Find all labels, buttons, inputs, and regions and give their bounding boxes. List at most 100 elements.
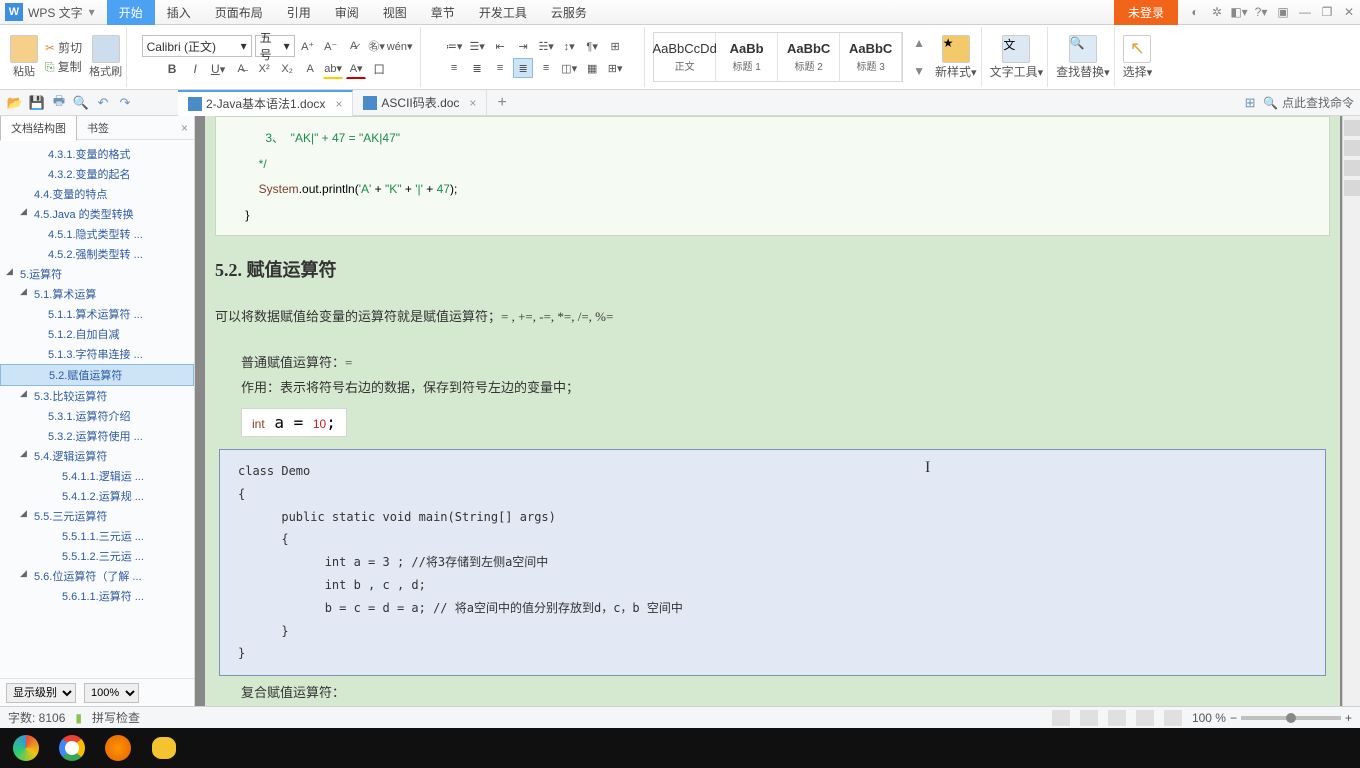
print-icon[interactable]: 🖶 [50,94,68,112]
strike-icon[interactable]: A̶ [231,59,251,79]
find-replace-button[interactable]: 🔍 查找替换▾ [1056,35,1110,80]
tab-icon[interactable]: ☵▾ [536,36,556,56]
paste-button[interactable]: 粘贴 [10,35,38,79]
outline-node[interactable]: 4.5.2.强制类型转 ... [0,244,194,264]
menu-引用[interactable]: 引用 [275,0,323,25]
outline-node[interactable]: ◢4.5.Java 的类型转换 [0,204,194,224]
outline-node[interactable]: 5.6.1.1.运算符 ... [0,586,194,606]
new-tab-button[interactable]: + [487,90,516,116]
close-pane-icon[interactable]: × [181,121,188,135]
outline-node[interactable]: ◢5.1.算术运算 [0,284,194,304]
command-search[interactable]: 🔍 点此查找命令 [1263,94,1354,111]
format-painter-button[interactable]: 格式刷 [89,35,122,79]
preview-icon[interactable]: 🔍 [72,94,90,112]
fill-icon[interactable]: ▣ [1272,1,1294,23]
pinyin-icon[interactable]: wén▾ [390,36,410,56]
cut-button[interactable]: ✂ 剪切 [45,39,82,56]
char-shading-icon[interactable]: ▦ [582,58,602,78]
zoom-out-icon[interactable]: − [1230,711,1237,725]
spell-check-status[interactable]: 拼写检查 [92,709,140,726]
taskbar-firefox-icon[interactable] [96,730,140,766]
restore-icon[interactable]: ❐ [1316,1,1338,23]
highlight-icon[interactable]: ab▾ [323,59,343,79]
outline-node[interactable]: 4.3.2.变量的起名 [0,164,194,184]
outline-tab[interactable]: 文档结构图 [0,116,77,141]
bullets-icon[interactable]: ≔▾ [444,36,464,56]
align-right-icon[interactable]: ≡ [490,58,510,78]
sync-icon[interactable]: ◐ [1184,1,1206,23]
undo-icon[interactable]: ↶ [94,94,112,112]
save-icon[interactable]: 💾 [28,94,46,112]
login-button[interactable]: 未登录 [1114,0,1178,25]
outline-node[interactable]: 5.1.2.自加自减 [0,324,194,344]
settings-icon[interactable]: ✲ [1206,1,1228,23]
taskbar-chrome-icon[interactable] [50,730,94,766]
outline-node[interactable]: 4.3.1.变量的格式 [0,144,194,164]
outline-node[interactable]: ◢5.3.比较运算符 [0,386,194,406]
minimize-icon[interactable]: — [1294,1,1316,23]
redo-icon[interactable]: ↷ [116,94,134,112]
font-size-combo[interactable]: 五号▾ [255,35,295,57]
rail-icon[interactable] [1344,180,1360,196]
show-level-select[interactable]: 显示级别 [6,683,76,703]
view-web-icon[interactable] [1136,710,1154,726]
zoom-label[interactable]: 100 % [1192,711,1226,725]
outline-node[interactable]: 4.4.变量的特点 [0,184,194,204]
view-read-icon[interactable] [1164,710,1182,726]
superscript-icon[interactable]: X² [254,59,274,79]
numbering-icon[interactable]: ☰▾ [467,36,487,56]
underline-icon[interactable]: U▾ [208,59,228,79]
styles-scroll-up-icon[interactable]: ▲ [913,36,925,50]
outline-node[interactable]: 4.5.1.隐式类型转 ... [0,224,194,244]
app-dropdown-icon[interactable]: ▾ [89,5,95,19]
menu-云服务[interactable]: 云服务 [539,0,599,25]
font-name-combo[interactable]: Calibri (正文)▾ [142,35,252,57]
style-正文[interactable]: AaBbCcDd正文 [654,33,716,81]
rail-icon[interactable] [1344,140,1360,156]
outline-node[interactable]: 5.5.1.1.三元运 ... [0,526,194,546]
select-button[interactable]: ↖ 选择▾ [1123,35,1153,80]
outline-node[interactable]: ◢5.4.逻辑运算符 [0,446,194,466]
menu-章节[interactable]: 章节 [419,0,467,25]
clear-format-icon[interactable]: A̷ [344,36,364,56]
tab-close-icon[interactable]: × [469,96,476,110]
view-outline-icon[interactable] [1108,710,1126,726]
menu-页面布局[interactable]: 页面布局 [203,0,275,25]
help-icon[interactable]: ?▾ [1250,1,1272,23]
zoom-in-icon[interactable]: + [1345,711,1352,725]
menu-开发工具[interactable]: 开发工具 [467,0,539,25]
taskbar-app-1[interactable] [4,730,48,766]
subscript-icon[interactable]: X₂ [277,59,297,79]
outline-node[interactable]: 5.3.2.运算符使用 ... [0,426,194,446]
char-border-icon[interactable]: 囗 [369,59,389,79]
outline-node[interactable]: 5.4.1.1.逻辑运 ... [0,466,194,486]
style-标题 2[interactable]: AaBbC标题 2 [778,33,840,81]
view-fullscreen-icon[interactable] [1080,710,1098,726]
styles-scroll-down-icon[interactable]: ▼ [913,64,925,78]
doc-tab[interactable]: 2-Java基本语法1.docx× [178,90,353,116]
align-left-icon[interactable]: ≡ [444,58,464,78]
copy-button[interactable]: ⎘ 复制 [45,58,82,75]
bold-icon[interactable]: B [162,59,182,79]
menu-视图[interactable]: 视图 [371,0,419,25]
outline-node[interactable]: ◢5.运算符 [0,264,194,284]
bookmark-tab[interactable]: 书签 [77,116,119,140]
outline-node[interactable]: 5.1.1.算术运算符 ... [0,304,194,324]
shrink-font-icon[interactable]: A⁻ [321,36,341,56]
word-count[interactable]: 字数: 8106 [8,709,65,726]
italic-icon[interactable]: I [185,59,205,79]
open-icon[interactable]: 📂 [6,94,24,112]
rail-icon[interactable] [1344,160,1360,176]
font-color-icon[interactable]: A▾ [346,59,366,79]
show-marks-icon[interactable]: ¶▾ [582,36,602,56]
view-print-icon[interactable] [1052,710,1070,726]
shading-icon[interactable]: ◫▾ [559,58,579,78]
style-标题 1[interactable]: AaBb标题 1 [716,33,778,81]
close-icon[interactable]: ✕ [1338,1,1360,23]
doc-tab[interactable]: ASCII码表.doc× [353,90,487,116]
styles-gallery[interactable]: AaBbCcDd正文AaBb标题 1AaBbC标题 2AaBbC标题 3 [653,32,903,82]
borders-icon[interactable]: ⊞▾ [605,58,625,78]
outline-node[interactable]: 5.4.1.2.运算规 ... [0,486,194,506]
tab-close-icon[interactable]: × [335,97,342,111]
decrease-indent-icon[interactable]: ⇤ [490,36,510,56]
